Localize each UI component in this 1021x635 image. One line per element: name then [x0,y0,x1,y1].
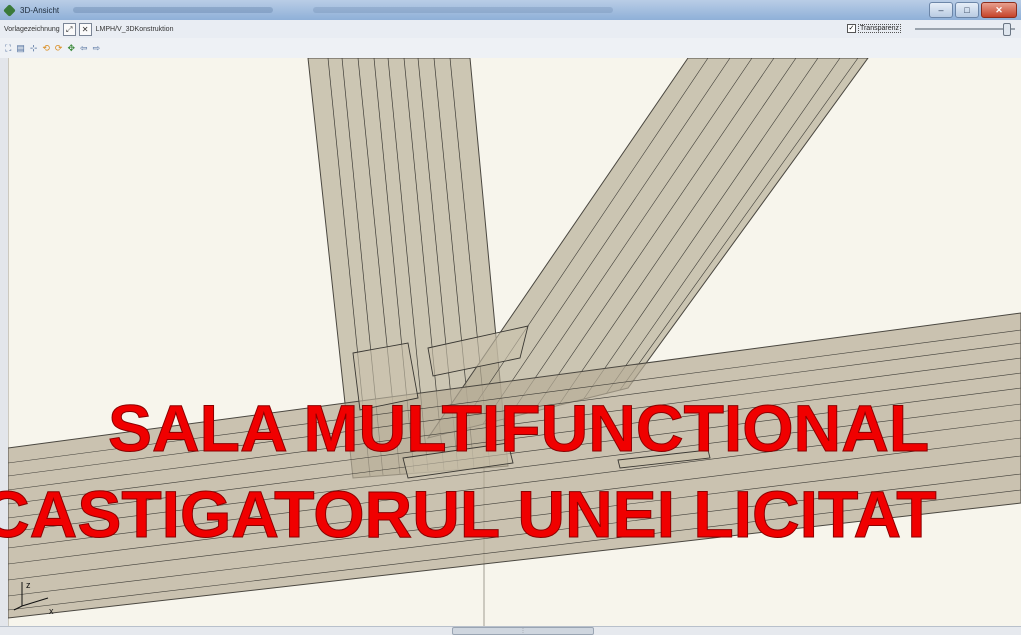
forward-icon[interactable]: ⇨ [93,43,101,54]
window-controls: – □ ✕ [929,2,1017,18]
view-toolbar: ⛶ ▤ ⊹ ⟲ ⟳ ✥ ⇦ ⇨ [0,38,1021,59]
template-label: Vorlagezeichnung [4,25,60,33]
transparency-slider[interactable] [915,23,1015,36]
app-icon [3,3,16,17]
drawing-path: LMPH/V_3DKonstruktion [95,25,174,33]
back-icon[interactable]: ⇦ [80,43,88,54]
minimize-button[interactable]: – [929,2,953,18]
axis-z-label: z [26,580,31,590]
print-icon[interactable]: ▤ [16,43,25,54]
overlay-title-line1: SALA MULTIFUNCTIONAL [108,391,930,466]
axis-icon[interactable]: ⊹ [30,43,38,54]
select-template-icon[interactable]: ⤢ [62,22,76,36]
close-button[interactable]: ✕ [981,2,1017,18]
transparency-checkbox[interactable]: ✓ [846,24,856,33]
overlay-title-line2: CASTIGATORUL UNEI LICITAT [0,477,937,552]
axis-x-label: x [49,606,54,616]
transparency-label: Transparenz [857,24,901,33]
transparency-toggle[interactable]: ✓ Transparenz [846,24,901,33]
move-icon[interactable]: ✥ [67,43,75,54]
slider-thumb[interactable] [1003,23,1011,36]
maximize-button[interactable]: □ [955,2,979,18]
rotate-right-icon[interactable]: ⟳ [55,43,63,54]
rotate-left-icon[interactable]: ⟲ [42,43,50,54]
clear-template-icon[interactable]: ✕ [78,22,92,36]
window-titlebar: 3D-Ansicht – □ ✕ [0,0,1021,20]
zoom-extents-icon[interactable]: ⛶ [5,43,11,54]
title-blur [73,7,274,13]
window-title: 3D-Ansicht [20,5,60,15]
title-blur-2 [313,7,614,13]
